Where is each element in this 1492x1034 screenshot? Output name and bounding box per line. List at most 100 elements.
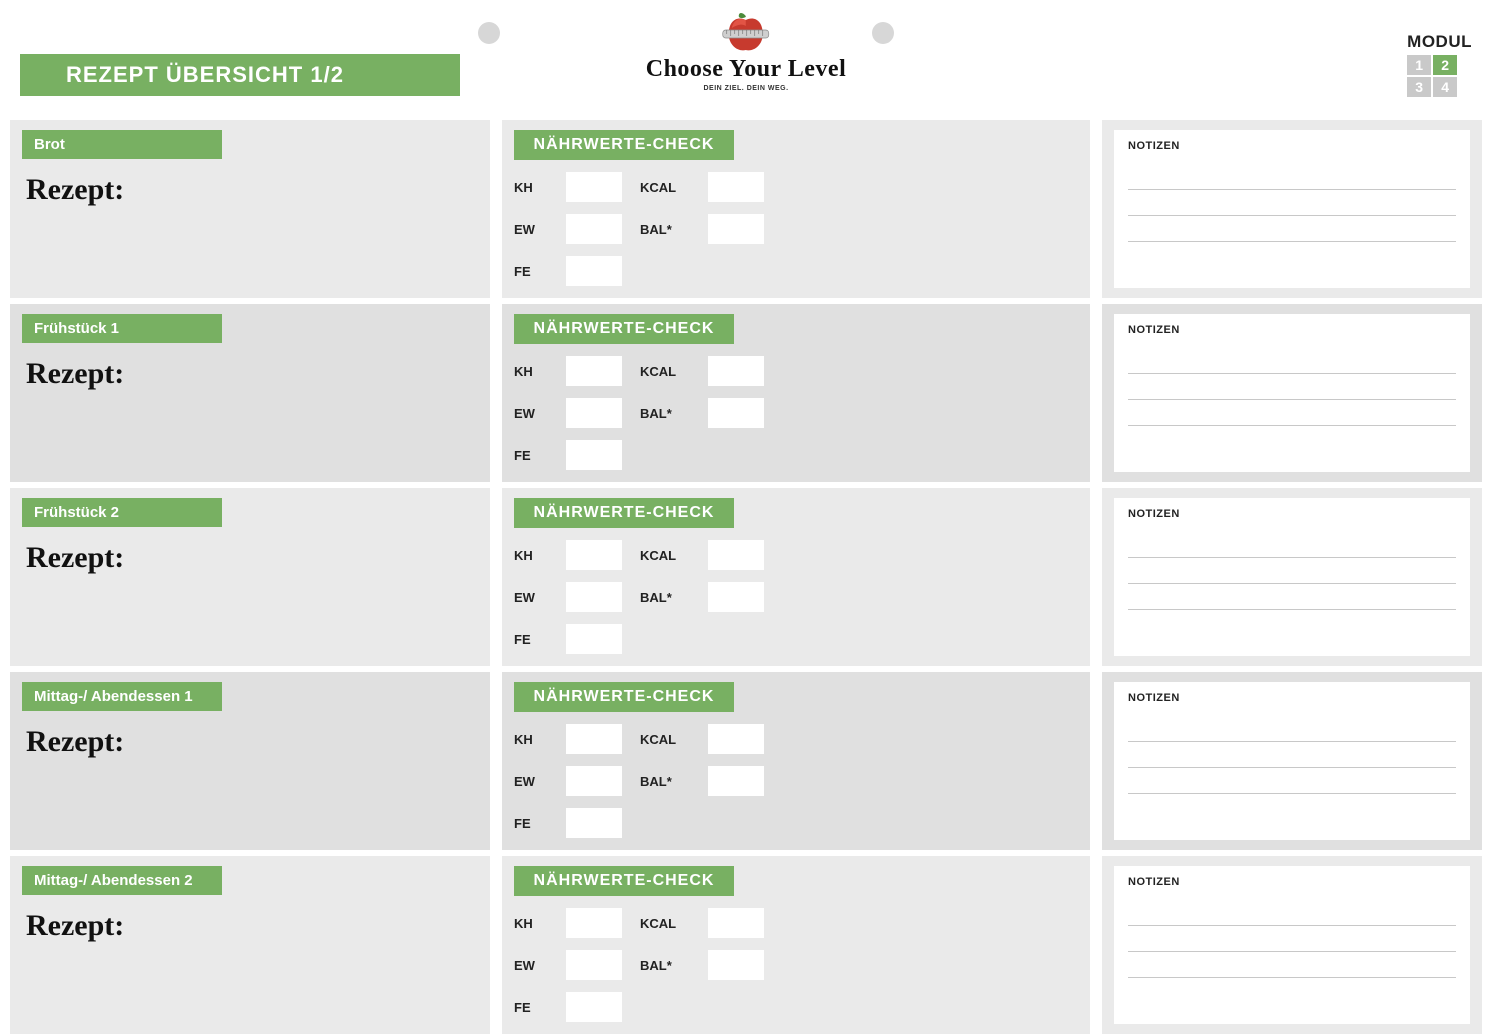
meal-row: BrotRezept:NÄHRWERTE-CHECKKHKCALEWBAL*FE… [10,120,1482,298]
notes-line [1128,348,1456,374]
notes-label: NOTIZEN [1128,140,1456,152]
nutrition-column: NÄHRWERTE-CHECKKHKCALEWBAL*FE [502,304,1090,482]
nutrition-column: NÄHRWERTE-CHECK KH KCAL EW BAL* FE [502,672,1090,850]
kcal-input[interactable] [708,724,764,754]
kh-label: KH [514,732,548,747]
meal-row: Frühstück 2 Rezept: NÄHRWERTE-CHECKKHKCALE… [10,488,1482,666]
kcal-input[interactable] [708,172,764,202]
notes-line [1128,400,1456,426]
ew-label: EW [514,406,548,421]
rezept-label: Rezept: [26,541,478,575]
notes-box[interactable]: NOTIZEN [1114,130,1470,288]
meal-tag: Frühstück 2 [22,498,222,527]
nutrition-column: NÄHRWERTE-CHECKKHKCALEWBAL*FE [502,120,1090,298]
fe-label: FE [514,1000,548,1015]
bal-label: BAL* [640,774,690,789]
kh-label: KH [514,548,548,563]
notes-line [1128,374,1456,400]
fe-input[interactable] [566,256,622,286]
ew-input[interactable] [566,582,622,612]
meal-row: Mittag-/ Abendessen 1 Rezept: NÄHRWERTE-CH… [10,672,1482,850]
meal-tag: Mittag-/ Abendessen 2 [22,866,222,895]
modul-label: MODUL [1407,32,1472,52]
bal-label: BAL* [640,590,690,605]
fe-label: FE [514,816,548,831]
modul-cell-3: 3 [1407,77,1431,97]
meal-tag: Brot [22,130,222,159]
recipe-column: Frühstück 1Rezept: [10,304,490,482]
notes-box[interactable]: NOTIZEN [1114,682,1470,840]
fe-input[interactable] [566,624,622,654]
notes-column: NOTIZEN [1102,304,1482,482]
brand-name: Choose Your Level [646,56,847,83]
notes-label: NOTIZEN [1128,508,1456,520]
nutrition-check-tag: NÄHRWERTE-CHECK [514,866,734,896]
nutrition-grid: KHKCALEWBAL*FE [514,354,1078,472]
notes-line [1128,926,1456,952]
kcal-label: KCAL [640,916,690,931]
notes-line [1128,952,1456,978]
notes-column: NOTIZEN [1102,856,1482,1034]
notes-column: NOTIZEN [1102,488,1482,666]
nutrition-grid: KHKCALEWBAL*FE [514,538,1078,656]
binder-hole-icon [872,22,894,44]
fe-input[interactable] [566,440,622,470]
kh-input[interactable] [566,724,622,754]
bal-input[interactable] [708,582,764,612]
kh-input[interactable] [566,908,622,938]
bal-input[interactable] [708,950,764,980]
fe-input[interactable] [566,808,622,838]
ew-input[interactable] [566,766,622,796]
rezept-label: Rezept: [26,725,478,759]
notes-line [1128,742,1456,768]
notes-box[interactable]: NOTIZEN [1114,498,1470,656]
kcal-input[interactable] [708,908,764,938]
ew-label: EW [514,958,548,973]
kcal-label: KCAL [640,732,690,747]
notes-line [1128,558,1456,584]
meal-tag: Mittag-/ Abendessen 1 [22,682,222,711]
bal-label: BAL* [640,958,690,973]
kcal-input[interactable] [708,540,764,570]
modul-cell-1: 1 [1407,55,1431,75]
recipe-column: Frühstück 2 Rezept: [10,488,490,666]
nutrition-grid: KHKCALEWBAL*FE [514,170,1078,288]
notes-label: NOTIZEN [1128,876,1456,888]
bal-label: BAL* [640,406,690,421]
kh-input[interactable] [566,172,622,202]
modul-grid: 1234 [1407,55,1472,97]
kh-label: KH [514,916,548,931]
meal-row: Frühstück 1Rezept:NÄHRWERTE-CHECKKHKCALE… [10,304,1482,482]
notes-line [1128,900,1456,926]
modul-cell-2: 2 [1433,55,1457,75]
nutrition-grid: KH KCAL EW BAL* FE [514,722,1078,840]
ew-label: EW [514,774,548,789]
recipe-column: Mittag-/ Abendessen 2Rezept: [10,856,490,1034]
fe-label: FE [514,264,548,279]
binder-hole-icon [478,22,500,44]
bal-input[interactable] [708,398,764,428]
ew-input[interactable] [566,398,622,428]
notes-box[interactable]: NOTIZEN [1114,866,1470,1024]
rezept-label: Rezept: [26,357,478,391]
recipe-column: Mittag-/ Abendessen 1 Rezept: [10,672,490,850]
kh-input[interactable] [566,540,622,570]
kcal-input[interactable] [708,356,764,386]
notes-box[interactable]: NOTIZEN [1114,314,1470,472]
ew-input[interactable] [566,214,622,244]
nutrition-column: NÄHRWERTE-CHECKKHKCALEWBAL*FE [502,488,1090,666]
kh-input[interactable] [566,356,622,386]
notes-line [1128,532,1456,558]
kh-label: KH [514,180,548,195]
kh-label: KH [514,364,548,379]
notes-line [1128,164,1456,190]
ew-input[interactable] [566,950,622,980]
brand-logo: Choose Your Level DEIN ZIEL. DEIN WEG. [646,10,847,92]
bal-input[interactable] [708,214,764,244]
nutrition-check-tag: NÄHRWERTE-CHECK [514,314,734,344]
bal-input[interactable] [708,766,764,796]
brand-tagline: DEIN ZIEL. DEIN WEG. [646,85,847,92]
fe-input[interactable] [566,992,622,1022]
nutrition-check-tag: NÄHRWERTE-CHECK [514,682,734,712]
notes-line [1128,768,1456,794]
